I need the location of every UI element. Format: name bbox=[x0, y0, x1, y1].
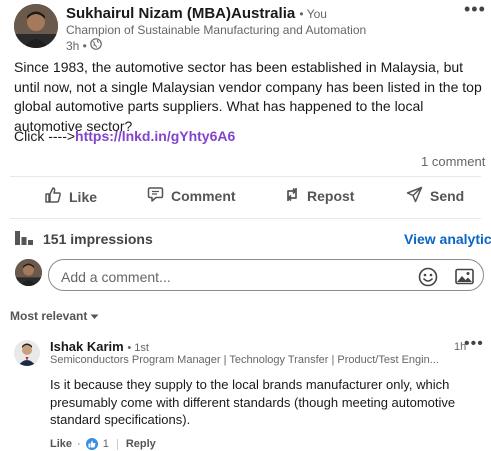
comment-actions: Like · 1 Reply bbox=[50, 438, 156, 450]
comment-sort-label: Most relevant bbox=[10, 309, 88, 323]
repost-label: Repost bbox=[307, 188, 355, 204]
divider bbox=[10, 176, 481, 177]
post-link[interactable]: https://lnkd.in/gYhty6A6 bbox=[75, 128, 235, 144]
caret-down-icon bbox=[90, 309, 99, 323]
comment-reply-button[interactable]: Reply bbox=[126, 438, 156, 450]
commenter-name-row: Ishak Karim • 1st bbox=[50, 339, 149, 354]
thumbs-up-icon bbox=[44, 186, 62, 207]
view-analytics-link[interactable]: View analytics bbox=[404, 231, 491, 247]
commenter-avatar[interactable] bbox=[14, 340, 40, 366]
smiley-icon bbox=[418, 267, 438, 291]
divider bbox=[116, 438, 118, 450]
like-reaction-icon[interactable] bbox=[85, 438, 98, 450]
author-headline: Champion of Sustainable Manufacturing an… bbox=[66, 23, 367, 37]
more-horizontal-icon: ••• bbox=[464, 0, 486, 19]
like-label: Like bbox=[69, 188, 98, 205]
post-link-prefix: Click ----> bbox=[14, 128, 76, 144]
post-link-line: Click ---->https://lnkd.in/gYhty6A6 bbox=[14, 128, 235, 144]
commenter-headline: Semiconductors Program Manager | Technol… bbox=[50, 354, 439, 366]
comment-text: Is it because they supply to the local b… bbox=[50, 377, 456, 427]
more-horizontal-icon: ••• bbox=[464, 335, 484, 352]
like-button[interactable]: Like bbox=[44, 186, 97, 207]
comment-button[interactable]: Comment bbox=[147, 186, 236, 206]
repost-arrows-icon bbox=[284, 186, 300, 206]
bar-chart-icon bbox=[14, 229, 34, 248]
comment-like-button[interactable]: Like bbox=[50, 438, 72, 450]
image-icon bbox=[455, 268, 474, 289]
comment-count-link[interactable]: 1 comment bbox=[421, 154, 485, 169]
commenter-name[interactable]: Ishak Karim bbox=[50, 339, 124, 354]
viewer-avatar bbox=[15, 259, 42, 286]
comment-dot: · bbox=[77, 438, 81, 450]
emoji-button[interactable] bbox=[418, 267, 438, 292]
comment-more-options-button[interactable]: ••• bbox=[464, 335, 484, 353]
post-text: Since 1983, the automotive sector has be… bbox=[14, 59, 482, 134]
author-name-row: Sukhairul Nizam (MBA)Australia • You bbox=[66, 5, 327, 22]
reaction-count[interactable]: 1 bbox=[103, 438, 109, 450]
speech-bubble-icon bbox=[147, 186, 164, 206]
post-timestamp: 3h • bbox=[66, 38, 102, 53]
divider bbox=[10, 218, 481, 219]
post-more-options-button[interactable]: ••• bbox=[464, 0, 486, 19]
repost-button[interactable]: Repost bbox=[284, 186, 354, 206]
add-image-button[interactable] bbox=[455, 268, 474, 290]
send-label: Send bbox=[430, 188, 465, 204]
comment-label: Comment bbox=[171, 188, 236, 204]
connection-degree: • 1st bbox=[127, 342, 149, 354]
post-time-text: 3h • bbox=[66, 38, 87, 53]
impressions-row[interactable]: 151 impressions bbox=[14, 229, 153, 248]
comment-sort-dropdown[interactable]: Most relevant bbox=[10, 309, 99, 323]
author-you-badge: • You bbox=[299, 7, 327, 21]
social-actions-bar: Like Comment Repost Send bbox=[0, 186, 491, 210]
impressions-count: 151 impressions bbox=[43, 230, 153, 247]
paper-plane-icon bbox=[406, 186, 423, 206]
globe-icon bbox=[90, 38, 102, 53]
send-button[interactable]: Send bbox=[406, 186, 464, 206]
author-name[interactable]: Sukhairul Nizam (MBA)Australia bbox=[66, 5, 295, 22]
comment-input-placeholder: Add a comment... bbox=[61, 269, 171, 285]
author-avatar[interactable] bbox=[14, 4, 58, 48]
